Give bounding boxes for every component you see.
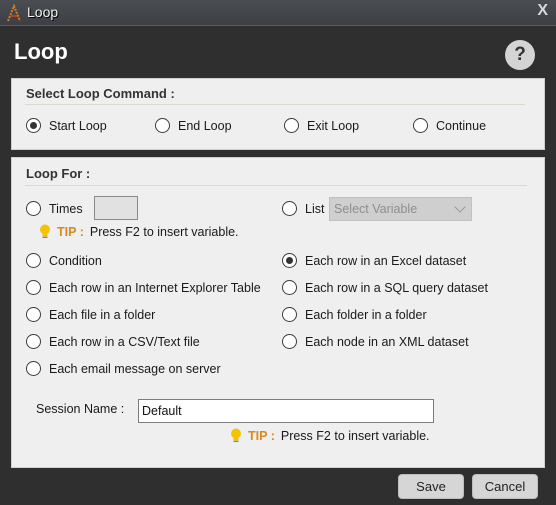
radio-excel-row[interactable]: Each row in an Excel dataset xyxy=(282,253,466,268)
page-title: Loop xyxy=(14,39,68,64)
radio-label: Each row in a SQL query dataset xyxy=(305,280,488,295)
save-button[interactable]: Save xyxy=(398,474,464,499)
radio-button[interactable] xyxy=(282,280,297,295)
radio-button-selected[interactable] xyxy=(26,118,41,133)
radio-label: Times xyxy=(49,201,83,216)
radio-button[interactable] xyxy=(284,118,299,133)
lightbulb-icon xyxy=(231,428,241,442)
radio-ie-table[interactable]: Each row in an Internet Explorer Table xyxy=(26,280,261,295)
radio-button[interactable] xyxy=(26,201,41,216)
radio-label: Each row in an Excel dataset xyxy=(305,253,467,268)
radio-label: End Loop xyxy=(178,118,232,133)
help-icon[interactable]: ? xyxy=(505,40,535,70)
chevron-down-icon xyxy=(454,201,466,213)
title-bar: Loop X xyxy=(0,0,556,26)
tip-session: TIP : Press F2 to insert variable. xyxy=(230,428,430,444)
radio-times[interactable]: Times xyxy=(26,201,83,216)
radio-button[interactable] xyxy=(155,118,170,133)
session-name-label: Session Name : xyxy=(36,402,125,416)
divider xyxy=(25,185,527,186)
session-name-input[interactable] xyxy=(138,399,434,423)
radio-label: List xyxy=(305,201,325,216)
radio-label: Each email message on server xyxy=(49,361,221,376)
radio-label: Exit Loop xyxy=(307,118,360,133)
tip-text: Press F2 to insert variable. xyxy=(89,225,239,239)
app-logo-icon xyxy=(7,4,21,22)
window-title: Loop xyxy=(27,4,59,20)
radio-folder-in-folder[interactable]: Each folder in a folder xyxy=(282,307,427,322)
loop-for-panel: Loop For : Times TIP : Press F2 to inser… xyxy=(11,157,545,468)
radio-email-message[interactable]: Each email message on server xyxy=(26,361,221,376)
radio-sql-row[interactable]: Each row in a SQL query dataset xyxy=(282,280,488,295)
radio-label: Each folder in a folder xyxy=(305,307,427,322)
radio-label: Each row in a CSV/Text file xyxy=(49,334,200,349)
radio-list[interactable]: List xyxy=(282,201,324,216)
radio-label: Condition xyxy=(49,253,102,268)
radio-end-loop[interactable]: End Loop xyxy=(155,118,232,133)
dialog-header: Loop ? xyxy=(0,27,556,75)
radio-button[interactable] xyxy=(282,334,297,349)
radio-start-loop[interactable]: Start Loop xyxy=(26,118,107,133)
radio-button[interactable] xyxy=(413,118,428,133)
loop-command-title: Select Loop Command : xyxy=(26,86,175,101)
divider xyxy=(25,104,525,105)
radio-exit-loop[interactable]: Exit Loop xyxy=(284,118,359,133)
radio-label: Each file in a folder xyxy=(49,307,156,322)
times-input[interactable] xyxy=(94,196,138,220)
radio-file-in-folder[interactable]: Each file in a folder xyxy=(26,307,155,322)
radio-label: Start Loop xyxy=(49,118,107,133)
radio-button[interactable] xyxy=(26,361,41,376)
radio-label: Each node in an XML dataset xyxy=(305,334,469,349)
lightbulb-icon xyxy=(40,224,50,238)
tip-times: TIP : Press F2 to insert variable. xyxy=(39,224,239,240)
tip-label: TIP : xyxy=(57,225,84,239)
tip-text: Press F2 to insert variable. xyxy=(280,429,430,443)
loop-for-title: Loop For : xyxy=(26,166,91,181)
radio-button[interactable] xyxy=(26,280,41,295)
select-variable-dropdown[interactable]: Select Variable xyxy=(329,197,472,221)
close-icon[interactable]: X xyxy=(537,2,548,20)
radio-label: Each row in an Internet Explorer Table xyxy=(49,280,261,295)
tip-label: TIP : xyxy=(248,429,275,443)
radio-button[interactable] xyxy=(282,201,297,216)
radio-button[interactable] xyxy=(282,307,297,322)
radio-button[interactable] xyxy=(26,307,41,322)
radio-button-selected[interactable] xyxy=(282,253,297,268)
radio-label: Continue xyxy=(436,118,487,133)
radio-continue[interactable]: Continue xyxy=(413,118,486,133)
radio-csv-row[interactable]: Each row in a CSV/Text file xyxy=(26,334,200,349)
loop-command-panel: Select Loop Command : Start Loop End Loo… xyxy=(11,78,545,150)
radio-button[interactable] xyxy=(26,253,41,268)
radio-condition[interactable]: Condition xyxy=(26,253,102,268)
select-placeholder: Select Variable xyxy=(334,202,418,216)
radio-xml-node[interactable]: Each node in an XML dataset xyxy=(282,334,469,349)
cancel-button[interactable]: Cancel xyxy=(472,474,538,499)
radio-button[interactable] xyxy=(26,334,41,349)
